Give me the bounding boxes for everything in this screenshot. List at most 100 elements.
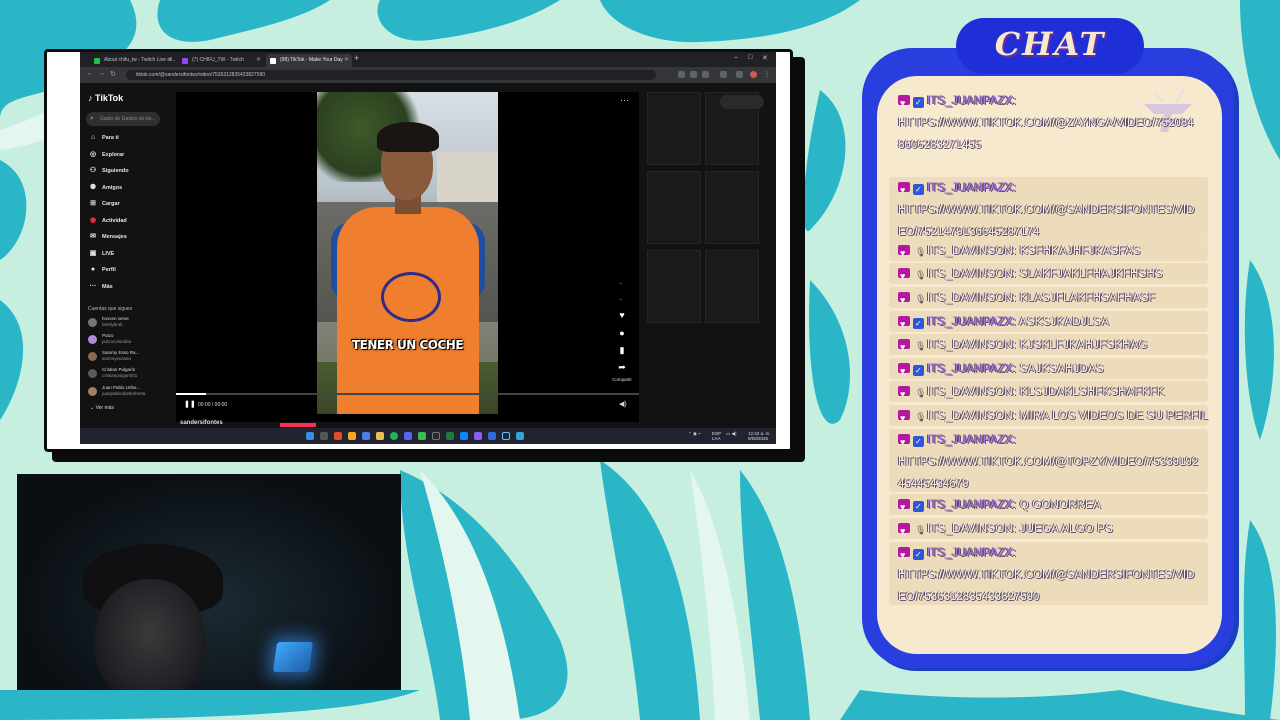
bookmark-star-icon[interactable] xyxy=(702,71,709,78)
translate-icon[interactable] xyxy=(690,71,697,78)
nav-item-mensajes[interactable]: ✉ Mensajes xyxy=(88,231,127,243)
following-account[interactable]: Sammy Esso Ra... sammyeusseo xyxy=(88,350,168,364)
discord-icon[interactable] xyxy=(404,432,412,440)
like-heart-icon[interactable]: ♥ xyxy=(612,310,632,320)
chat-message-link[interactable]: HTTPS://WWW.TIKTOK.COM/@ZAYNGA/VIDEO/752… xyxy=(889,112,1208,156)
search-input[interactable]: ⌕ Gasto de Gastos de bo... xyxy=(86,112,160,126)
chat-username[interactable]: ITS_DAVINSON: xyxy=(927,245,1016,257)
close-tab-icon[interactable]: ✕ xyxy=(344,54,349,67)
nav-item-cargar[interactable]: ⊞ Cargar xyxy=(88,198,120,210)
chat-username[interactable]: ITS_DAVINSON: xyxy=(927,386,1016,398)
app-icon[interactable] xyxy=(488,432,496,440)
taskbar-clock[interactable]: 12:43 a. m. 9/08/2025 xyxy=(748,431,771,441)
spotify-icon[interactable] xyxy=(390,432,398,440)
app-icon[interactable] xyxy=(432,432,440,440)
nav-item-perfil[interactable]: ● Perfil xyxy=(88,264,116,276)
file-explorer-icon[interactable] xyxy=(376,432,384,440)
chat-username[interactable]: ITS_DAVINSON: xyxy=(927,410,1016,422)
bookmark-icon[interactable]: ▮ xyxy=(612,345,632,356)
related-video-thumb[interactable] xyxy=(647,92,701,165)
video-progress-bar[interactable] xyxy=(176,393,639,395)
following-account[interactable]: Juan Pablo Uribe... juanpabloubetkeherta xyxy=(88,385,168,399)
tab-label: About chifu_tw - Twitch Live st... xyxy=(104,57,176,63)
chat-username[interactable]: ITS_DAVINSON: xyxy=(927,339,1016,351)
language-indicator[interactable]: ESP LAA xyxy=(712,431,721,441)
maximize-icon[interactable]: □ xyxy=(748,54,752,61)
pause-icon[interactable]: ❚❚ xyxy=(184,400,196,408)
tray-icons[interactable]: ⌃ ◉ ⌁ xyxy=(688,431,701,436)
app-icon[interactable] xyxy=(362,432,370,440)
forward-icon[interactable]: → xyxy=(98,70,105,77)
following-account[interactable]: Cristian Pulgarín cristianpulgarin01 xyxy=(88,367,168,381)
extension-icon[interactable] xyxy=(678,71,685,78)
app-icon[interactable] xyxy=(474,432,482,440)
nav-item-actividad[interactable]: ◉ Actividad xyxy=(88,215,127,227)
video-author[interactable]: sandersifontes xyxy=(180,420,223,426)
chat-message-link[interactable]: HTTPS://WWW.TIKTOK.COM/@SANDERSIFONTES/V… xyxy=(889,199,1208,243)
chat-username[interactable]: ITS_JUANPAZX: xyxy=(927,434,1016,446)
following-account[interactable]: hoxven verse familybrok xyxy=(88,316,168,330)
edge-icon[interactable] xyxy=(460,432,468,440)
chat-username[interactable]: ITS_JUANPAZX: xyxy=(927,95,1016,107)
nav-item-para-ti[interactable]: ⌂ Para ti xyxy=(88,132,119,144)
chat-username[interactable]: ITS_DAVINSON: xyxy=(927,268,1016,280)
chat-message-link[interactable]: HTTPS://WWW.TIKTOK.COM/@TOPZY/VIDEO/7533… xyxy=(889,451,1208,495)
comment-icon[interactable]: ● xyxy=(612,328,632,338)
chat-username[interactable]: ITS_JUANPAZX: xyxy=(927,547,1016,559)
app-icon[interactable] xyxy=(516,432,524,440)
close-tab-icon[interactable]: ✕ xyxy=(256,54,261,67)
verified-check-icon: ✓ xyxy=(913,97,924,108)
app-icon[interactable] xyxy=(348,432,356,440)
related-video-thumb[interactable] xyxy=(647,171,701,244)
tiktok-logo[interactable]: ♪ TikTok xyxy=(88,93,123,103)
browser-tab[interactable]: About chifu_tw - Twitch Live st... ✕ xyxy=(90,54,176,67)
video-player[interactable]: TENER UN COCHE ··· ⌃ ⌄ ♥ ● ▮ ➦ Compartir… xyxy=(176,92,639,422)
related-video-thumb[interactable] xyxy=(705,250,759,323)
next-video-icon[interactable]: ⌄ xyxy=(618,295,623,302)
browser-tab-active[interactable]: (98) TikTok - Make Your Day ✕ xyxy=(266,54,352,67)
volume-icon[interactable]: ◀) xyxy=(619,400,627,408)
nav-item-explorar[interactable]: ◎ Explorar xyxy=(88,149,124,161)
app-icon[interactable] xyxy=(334,432,342,440)
chat-message-link[interactable]: HTTPS://WWW.TIKTOK.COM/@SANDERSIFONTES/V… xyxy=(889,564,1208,608)
chat-username[interactable]: ITS_DAVINSON: xyxy=(927,292,1016,304)
nav-item-siguiendo[interactable]: ⚇ Siguiendo xyxy=(88,165,129,177)
video-frame[interactable]: TENER UN COCHE xyxy=(317,92,498,414)
chat-username[interactable]: ITS_JUANPAZX: xyxy=(927,316,1016,328)
reload-icon[interactable]: ↻ xyxy=(110,70,116,78)
chat-message-header: 🎙ITS_DAVINSON: KJSKLFJKAHJFSKHAG xyxy=(889,334,1208,358)
close-window-icon[interactable]: ✕ xyxy=(762,54,768,62)
excel-icon[interactable] xyxy=(446,432,454,440)
steam-icon[interactable] xyxy=(502,432,510,440)
chat-username[interactable]: ITS_JUANPAZX: xyxy=(927,182,1016,194)
network-icons[interactable]: ▭ ◀) xyxy=(726,431,736,436)
browser-menu-icon[interactable]: ⋮ xyxy=(764,71,771,78)
chat-username[interactable]: ITS_DAVINSON: xyxy=(927,523,1016,535)
following-account[interactable]: Putzo putzocolombia xyxy=(88,333,168,347)
previous-video-icon[interactable]: ⌃ xyxy=(618,282,623,289)
nav-item-live[interactable]: ▣ LIVE xyxy=(88,248,115,260)
related-video-thumb[interactable] xyxy=(647,250,701,323)
search-taskbar-icon[interactable] xyxy=(320,432,328,440)
nav-item-mas[interactable]: ··· Más xyxy=(88,281,113,293)
download-icon[interactable] xyxy=(736,71,743,78)
extensions-puzzle-icon[interactable] xyxy=(720,71,727,78)
chat-username[interactable]: ITS_JUANPAZX: xyxy=(927,499,1016,511)
minimize-icon[interactable]: – xyxy=(734,54,738,61)
chat-username[interactable]: ITS_JUANPAZX: xyxy=(927,363,1016,375)
new-tab-icon[interactable]: + xyxy=(354,53,359,63)
chat-title: CHAT xyxy=(994,25,1106,63)
share-icon[interactable]: ➦ xyxy=(612,362,632,373)
browser-tab[interactable]: (7) CHIFU_TW - Twitch ✕ xyxy=(178,54,264,67)
related-video-thumb[interactable] xyxy=(705,171,759,244)
nav-item-amigos[interactable]: ⚉ Amigos xyxy=(88,182,122,194)
chrome-icon[interactable] xyxy=(418,432,426,440)
start-icon[interactable] xyxy=(306,432,314,440)
close-tab-icon[interactable]: ✕ xyxy=(168,54,173,67)
back-icon[interactable]: ← xyxy=(86,70,93,77)
see-more-link[interactable]: ⌄ Ver más xyxy=(90,405,114,411)
profile-avatar-icon[interactable] xyxy=(750,71,757,78)
more-options-icon[interactable]: ··· xyxy=(620,95,629,105)
header-action-icons[interactable] xyxy=(720,95,764,109)
url-input[interactable]: tiktok.com/@sandersifontes/video/7536312… xyxy=(126,70,656,80)
